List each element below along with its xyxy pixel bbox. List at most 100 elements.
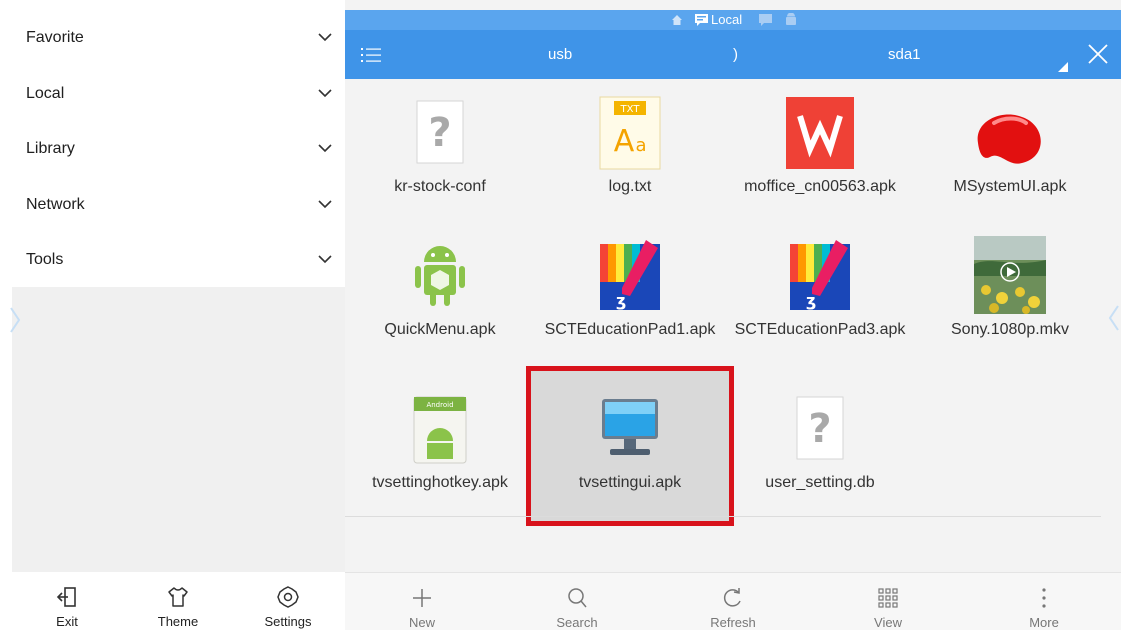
new-button[interactable]: New [367,573,477,630]
sidebar: Favorite Local Library Network Tools Exi… [0,0,345,630]
file-item[interactable]: Sony.1080p.mkv [915,222,1105,362]
chevron-down-icon [318,89,332,98]
chevron-down-icon [318,33,332,42]
search-button[interactable]: Search [522,573,632,630]
file-name: SCTEducationPad3.apk [734,321,906,338]
shirt-icon [168,587,188,607]
android-app-icon: Android [413,396,467,464]
settings-button[interactable]: Settings [238,572,338,630]
sidebar-item-label: Network [26,196,85,213]
svg-text:ʒ: ʒ [806,291,816,310]
more-label: More [1029,615,1059,630]
theme-label: Theme [157,614,199,629]
exit-label: Exit [56,614,78,629]
refresh-icon [723,588,741,607]
view-button[interactable]: View [833,573,943,630]
file-item[interactable]: MSystemUI.apk [915,79,1105,219]
status-strip: Local [345,10,1121,30]
sidebar-item-label: Library [26,140,75,157]
view-label: View [874,615,902,630]
sidebar-item-favorite[interactable]: Favorite [0,10,345,66]
sidebar-item-label: Favorite [26,29,84,46]
android-icon [415,246,465,306]
svg-text:ʒ: ʒ [616,291,626,310]
sidebar-bottom-bar: Exit Theme Settings [0,572,345,630]
refresh-button[interactable]: Refresh [678,573,788,630]
more-vertical-icon [1042,588,1046,608]
gear-icon [277,586,299,608]
header-bar: Local usb ) sda1 [345,10,1121,79]
sidebar-item-network[interactable]: Network [0,177,345,233]
breadcrumb-usb[interactable]: usb [548,46,572,63]
corner-triangle-icon [1058,62,1068,72]
sidebar-item-local[interactable]: Local [0,66,345,122]
file-item[interactable]: moffice_cn00563.apk [725,79,915,219]
education-pad-icon: ʒ [600,240,660,310]
file-browser: Local usb ) sda1 ? kr-stock-conf TXT A a… [345,0,1121,630]
file-item[interactable]: QuickMenu.apk [345,222,535,362]
breadcrumb-separator: ) [733,46,738,63]
monitor-icon [602,399,658,455]
search-label: Search [556,615,598,630]
red-bean-icon [977,114,1041,164]
svg-text:a: a [635,135,646,156]
exit-icon [56,587,76,607]
svg-text:Android: Android [426,401,453,409]
unknown-file-icon: ? [796,396,844,460]
file-item[interactable]: ? user_setting.db [725,375,915,515]
bottom-toolbar: New Search Refresh View More [345,572,1121,630]
exit-button[interactable]: Exit [17,572,117,630]
file-name: moffice_cn00563.apk [744,178,896,195]
file-item[interactable]: ? kr-stock-conf [345,79,535,219]
chevron-down-icon [318,144,332,153]
close-icon[interactable] [1088,44,1108,64]
sidebar-item-label: Local [26,85,65,102]
file-manager-window: Favorite Local Library Network Tools Exi… [0,0,1121,630]
file-item[interactable]: TXT A a log.txt [535,79,725,219]
chevron-down-icon [318,255,332,264]
file-name: user_setting.db [765,474,875,491]
file-name: QuickMenu.apk [384,321,496,338]
chat-window-icon [695,14,708,26]
file-item[interactable]: Android tvsettinghotkey.apk [345,375,535,515]
chevron-down-icon [318,200,332,209]
file-item[interactable]: ʒ SCTEducationPad3.apk [725,222,915,362]
sidebar-item-library[interactable]: Library [0,121,345,177]
current-location: Local [711,12,743,27]
file-item-selected[interactable]: tvsettingui.apk [526,366,734,526]
file-name: SCTEducationPad1.apk [544,321,716,338]
file-item[interactable]: ʒ SCTEducationPad1.apk [535,222,725,362]
sidebar-empty-area [12,287,345,572]
refresh-label: Refresh [710,615,756,630]
menu-list-icon[interactable] [361,47,381,63]
wps-office-icon [786,97,854,169]
video-thumbnail-icon [974,236,1046,314]
education-pad-icon: ʒ [790,240,850,310]
svg-text:?: ? [428,110,451,156]
svg-text:A: A [614,124,635,159]
file-name: tvsettingui.apk [578,474,682,491]
android-small-icon[interactable] [785,13,797,26]
file-name: log.txt [608,178,652,195]
file-name: Sony.1080p.mkv [951,321,1069,338]
plus-icon [413,589,431,607]
settings-label: Settings [264,614,312,629]
home-icon[interactable] [671,14,683,26]
grid-view-icon [878,588,898,608]
file-name: kr-stock-conf [394,178,486,195]
sidebar-item-tools[interactable]: Tools [0,232,345,288]
chat-window-icon[interactable] [759,14,772,26]
search-icon [568,588,587,608]
breadcrumb-sda1[interactable]: sda1 [888,46,921,63]
more-button[interactable]: More [989,573,1099,630]
text-file-icon: TXT A a [599,96,661,170]
sidebar-item-label: Tools [26,251,64,268]
chevron-left-icon[interactable] [1107,303,1121,333]
unknown-file-icon: ? [416,100,464,164]
file-name: tvsettinghotkey.apk [372,474,508,491]
divider [345,516,1101,517]
file-name: MSystemUI.apk [953,178,1067,195]
new-label: New [408,615,435,630]
chevron-right-icon[interactable] [8,305,22,335]
theme-button[interactable]: Theme [128,572,228,630]
